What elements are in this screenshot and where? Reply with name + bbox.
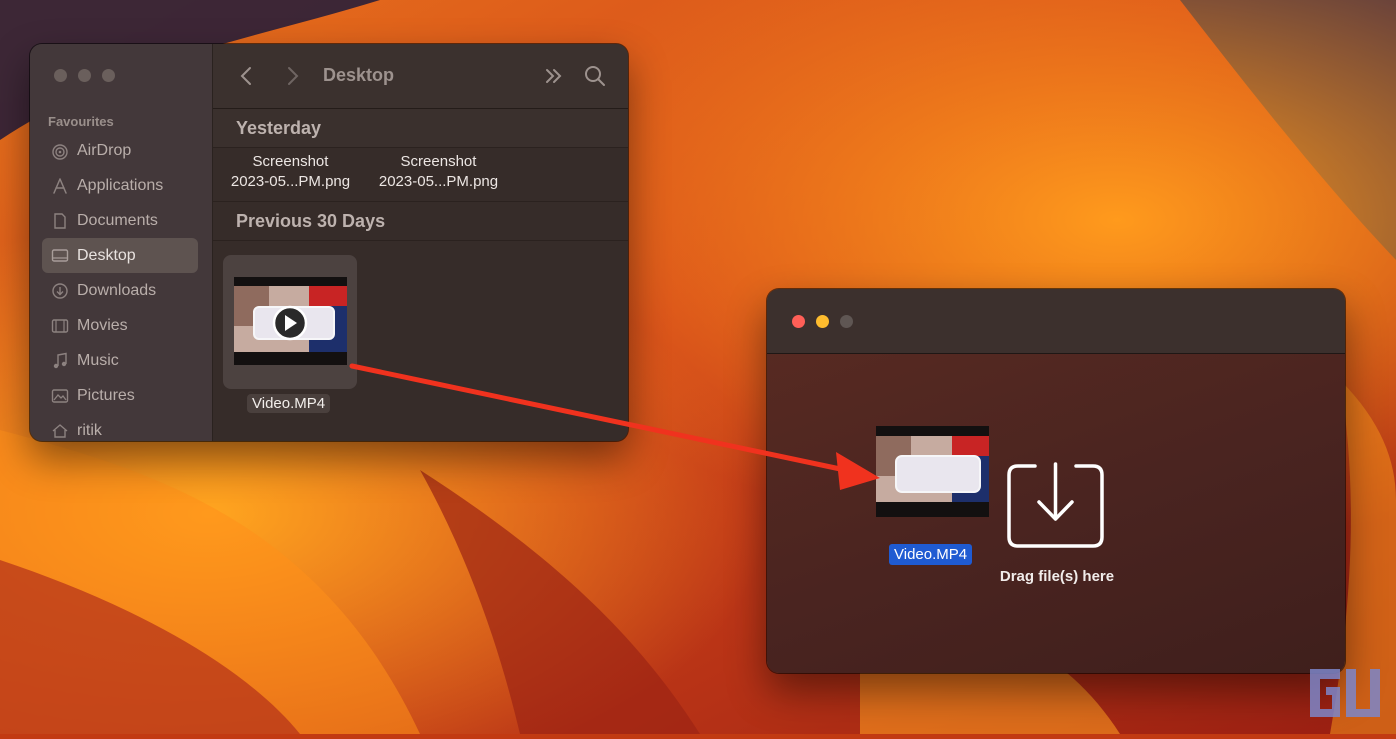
zoom-button[interactable]: [840, 315, 853, 328]
file-name-line2: 2023-05...PM.png: [378, 173, 499, 190]
airdrop-icon: [51, 142, 69, 160]
film-icon: [51, 317, 69, 335]
sidebar-item-label: Music: [77, 351, 119, 369]
file-name-line1: Screenshot: [400, 153, 477, 170]
zoom-button[interactable]: [102, 69, 115, 82]
drop-zone-prompt[interactable]: Drag file(s) here: [972, 568, 1142, 585]
sidebar-item-label: Documents: [77, 211, 158, 229]
sidebar-item-downloads[interactable]: Downloads: [42, 273, 198, 308]
photo-icon: [51, 387, 69, 405]
group-header-previous-30-days: Previous 30 Days: [213, 201, 628, 241]
close-button[interactable]: [54, 69, 67, 82]
sidebar-item-label: Pictures: [77, 386, 135, 404]
music-note-icon: [51, 352, 69, 370]
watermark-logo: [1306, 665, 1384, 725]
sidebar-item-label: Downloads: [77, 281, 157, 299]
drop-window: Video.MP4 Drag file(s) here: [767, 289, 1345, 673]
more-toolbar-icon[interactable]: [542, 64, 566, 88]
applications-icon: [51, 177, 69, 195]
video-file-item[interactable]: [223, 255, 357, 389]
sidebar-item-pictures[interactable]: Pictures: [42, 378, 198, 413]
file-screenshot-2[interactable]: Screenshot 2023-05...PM.png: [371, 152, 506, 192]
sidebar-item-desktop[interactable]: Desktop: [42, 238, 198, 273]
sidebar-section-title: Favourites: [48, 114, 114, 129]
home-icon: [51, 422, 69, 440]
dragged-file-label: Video.MP4: [889, 544, 973, 565]
desktop-icon: [51, 247, 69, 265]
close-button[interactable]: [792, 315, 805, 328]
sidebar-item-applications[interactable]: Applications: [42, 168, 198, 203]
sidebar-item-ritik[interactable]: ritik: [42, 413, 198, 441]
sidebar-item-airdrop[interactable]: AirDrop: [42, 133, 198, 168]
window-controls: [792, 315, 853, 328]
minimize-button[interactable]: [816, 315, 829, 328]
sidebar-list: AirDrop Applications Documents Desktop D…: [42, 133, 198, 441]
sidebar-item-label: Desktop: [77, 246, 136, 264]
video-thumbnail: [234, 277, 347, 365]
download-icon: [51, 282, 69, 300]
drop-window-titlebar: [767, 289, 1345, 354]
document-icon: [51, 212, 69, 230]
sidebar-item-label: Movies: [77, 316, 128, 334]
download-tray-icon: [1006, 461, 1105, 550]
sidebar-item-label: ritik: [77, 421, 102, 439]
sidebar-item-label: AirDrop: [77, 141, 132, 159]
dragged-video-thumbnail: [876, 426, 989, 517]
window-controls: [54, 69, 115, 82]
sidebar-item-movies[interactable]: Movies: [42, 308, 198, 343]
finder-window: Favourites AirDrop Applications Document…: [30, 44, 628, 441]
file-name-line1: Screenshot: [252, 153, 329, 170]
video-file-label[interactable]: Video.MP4: [247, 394, 331, 413]
window-title: Desktop: [323, 65, 395, 85]
file-screenshot-1[interactable]: Screenshot 2023-05...PM.png: [223, 152, 358, 192]
file-name-line2: 2023-05...PM.png: [230, 173, 351, 190]
sidebar-item-label: Applications: [77, 176, 164, 194]
finder-content: Desktop Yesterday Screenshot 2023-05...P…: [213, 44, 628, 441]
group-header-yesterday: Yesterday: [213, 109, 628, 148]
sidebar-item-documents[interactable]: Documents: [42, 203, 198, 238]
minimize-button[interactable]: [78, 69, 91, 82]
finder-sidebar: Favourites AirDrop Applications Document…: [30, 44, 213, 441]
search-icon[interactable]: [583, 64, 607, 88]
forward-chevron-icon[interactable]: [280, 64, 304, 88]
sidebar-item-music[interactable]: Music: [42, 343, 198, 378]
finder-toolbar: Desktop: [213, 44, 628, 109]
back-chevron-icon[interactable]: [235, 64, 259, 88]
